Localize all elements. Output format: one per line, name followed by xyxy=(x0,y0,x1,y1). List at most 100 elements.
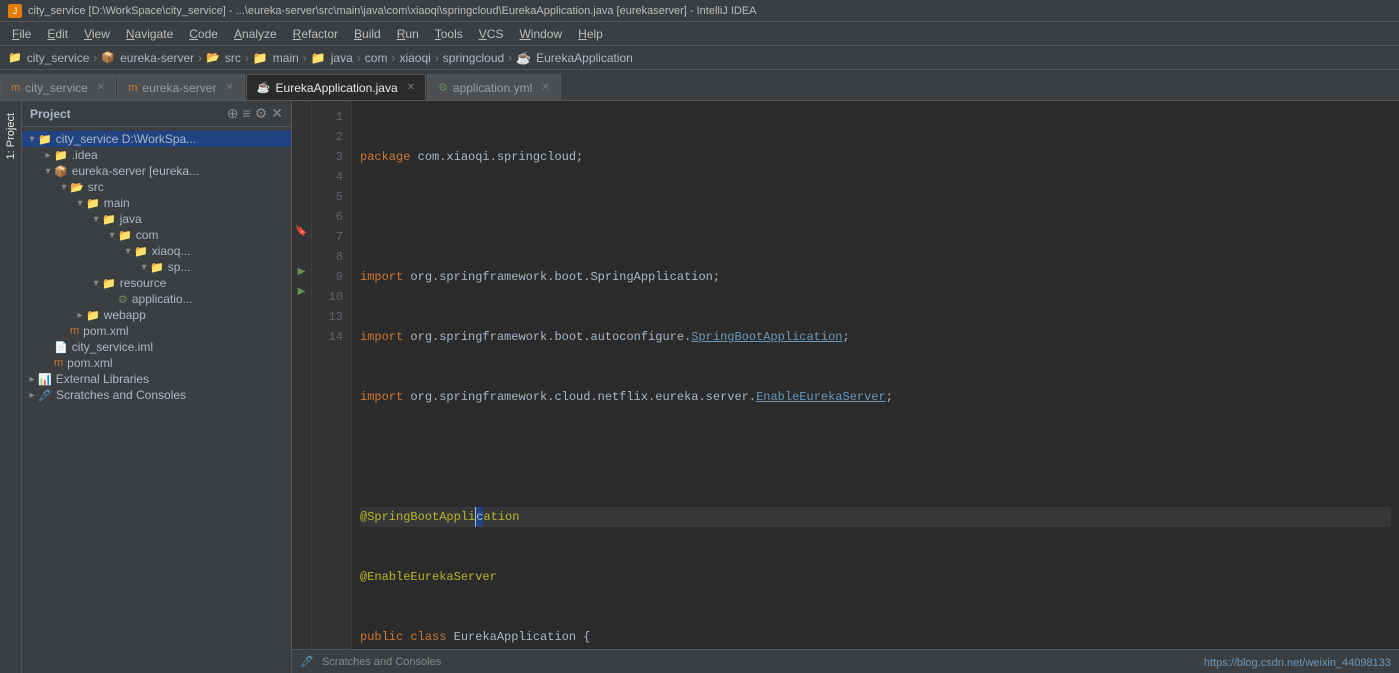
menu-code[interactable]: Code xyxy=(181,24,226,44)
arrow-icon: ▸ xyxy=(26,390,38,401)
menu-navigate[interactable]: Navigate xyxy=(118,24,181,44)
close-tab-eurekaapp[interactable]: ✕ xyxy=(407,82,415,93)
left-panel-tab: 1: Project xyxy=(0,101,22,673)
csdn-link[interactable]: https://blog.csdn.net/weixin_44098133 xyxy=(1204,657,1391,669)
close-tab-eureka[interactable]: ✕ xyxy=(225,82,233,93)
tree-item-label: Scratches and Consoles xyxy=(56,388,186,402)
arrow-icon: ▸ xyxy=(74,310,86,321)
tree-webapp[interactable]: ▸ 📁 webapp xyxy=(22,307,291,323)
project-panel-tab[interactable]: 1: Project xyxy=(2,105,20,167)
module-icon: 📦 xyxy=(54,165,68,178)
tab-eureka-server[interactable]: m eureka-server ✕ xyxy=(117,74,245,100)
tree-item-label: pom.xml xyxy=(83,324,128,338)
project-icon: 📁 xyxy=(8,51,22,64)
gutter-7: 🔖 xyxy=(292,221,311,241)
bc-sep-2: › xyxy=(198,51,202,65)
tab-eureka-application[interactable]: ☕ EurekaApplication.java ✕ xyxy=(246,74,426,100)
menu-analyze[interactable]: Analyze xyxy=(226,24,285,44)
arrow-icon xyxy=(58,326,70,337)
tree-pom-eureka[interactable]: m pom.xml xyxy=(22,323,291,339)
menu-view[interactable]: View xyxy=(76,24,118,44)
gutter-6 xyxy=(292,201,311,221)
module-icon: 📦 xyxy=(101,51,115,64)
tree-item-label: sp... xyxy=(168,260,191,274)
close-sidebar-icon[interactable]: ✕ xyxy=(271,105,283,122)
tree-item-label: .idea xyxy=(72,148,98,162)
menu-vcs[interactable]: VCS xyxy=(471,24,512,44)
settings-icon[interactable]: ⚙ xyxy=(255,105,268,122)
menu-edit[interactable]: Edit xyxy=(39,24,76,44)
bottom-left-tools: 🖊 Scratches and Consoles xyxy=(300,655,441,668)
tree-item-label: applicatio... xyxy=(132,292,193,306)
tree-item-label: webapp xyxy=(104,308,146,322)
tab-label: eureka-server xyxy=(142,81,216,95)
arrow-icon: ▸ xyxy=(26,374,38,385)
tab-icon-eurekaapp: ☕ xyxy=(257,81,271,94)
bc-sep-3: › xyxy=(245,51,249,65)
bc-label: com xyxy=(365,51,388,65)
tree-city-service[interactable]: ▾ 📁 city_service D:\WorkSpa... xyxy=(22,131,291,147)
bc-eureka-server[interactable]: 📦 eureka-server xyxy=(101,51,194,65)
gutter-8 xyxy=(292,241,311,261)
tree-external-libs[interactable]: ▸ 📊 External Libraries xyxy=(22,371,291,387)
tree-application-yml[interactable]: ⚙ applicatio... xyxy=(22,291,291,307)
close-tab-yml[interactable]: ✕ xyxy=(541,82,549,93)
code-line-6 xyxy=(360,447,1391,467)
folder-icon: 📁 xyxy=(134,245,148,258)
tab-label: city_service xyxy=(25,81,88,95)
gutter-10: ▶ xyxy=(292,281,311,301)
menu-file[interactable]: File xyxy=(4,24,39,44)
bottom-bar: 🖊 Scratches and Consoles https://blog.cs… xyxy=(292,649,1399,673)
xml-icon: m xyxy=(70,325,79,337)
sync-icon[interactable]: ⊕ xyxy=(227,105,239,122)
tree-eureka-server[interactable]: ▾ 📦 eureka-server [eureka... xyxy=(22,163,291,179)
arrow-icon: ▾ xyxy=(106,230,118,241)
code-content[interactable]: package com.xiaoqi.springcloud; import o… xyxy=(352,101,1399,649)
menu-tools[interactable]: Tools xyxy=(427,24,471,44)
menu-window[interactable]: Window xyxy=(511,24,570,44)
code-editor[interactable]: 🔖 ▶ ▶ 1 2 3 4 5 6 7 8 9 10 13 14 xyxy=(292,101,1399,649)
tree-item-label: java xyxy=(120,212,142,226)
cursor: c xyxy=(475,507,483,527)
bc-src[interactable]: 📂 src xyxy=(206,51,241,65)
tree-item-label: eureka-server [eureka... xyxy=(72,164,199,178)
sidebar: Project ⊕ ≡ ⚙ ✕ ▾ 📁 city_service D:\Work… xyxy=(22,101,292,673)
sidebar-header: Project ⊕ ≡ ⚙ ✕ xyxy=(22,101,291,127)
code-line-5: import org.springframework.cloud.netflix… xyxy=(360,387,1391,407)
tab-application-yml[interactable]: ⚙ application.yml ✕ xyxy=(427,74,561,100)
bc-main[interactable]: 📁 main xyxy=(253,51,299,65)
tree-java[interactable]: ▾ 📁 java xyxy=(22,211,291,227)
menu-build[interactable]: Build xyxy=(346,24,389,44)
tree-main[interactable]: ▾ 📁 main xyxy=(22,195,291,211)
bc-xiaoqi[interactable]: xiaoqi xyxy=(399,51,430,65)
arrow-icon: ▾ xyxy=(90,214,102,225)
tree-resource[interactable]: ▾ 📁 resource xyxy=(22,275,291,291)
bc-java[interactable]: 📁 java xyxy=(311,51,353,65)
app-icon: J xyxy=(8,4,22,18)
tree-com[interactable]: ▾ 📁 com xyxy=(22,227,291,243)
tree-item-label: xiaoq... xyxy=(152,244,191,258)
tree-city-iml[interactable]: 📄 city_service.iml xyxy=(22,339,291,355)
bc-eurekaapp[interactable]: ☕ EurekaApplication xyxy=(516,51,633,65)
annotation: ation xyxy=(483,507,519,527)
collapse-icon[interactable]: ≡ xyxy=(243,105,251,122)
close-tab-city[interactable]: ✕ xyxy=(97,82,105,93)
menu-help[interactable]: Help xyxy=(570,24,611,44)
tree-springcloud[interactable]: ▾ 📁 sp... xyxy=(22,259,291,275)
tree-src[interactable]: ▾ 📂 src xyxy=(22,179,291,195)
tab-icon-yml: ⚙ xyxy=(438,81,448,94)
gutter-9: ▶ xyxy=(292,261,311,281)
tree-xiaoqi[interactable]: ▾ 📁 xiaoq... xyxy=(22,243,291,259)
bc-city-service[interactable]: 📁 city_service xyxy=(8,51,89,65)
tree-idea[interactable]: ▸ 📁 .idea xyxy=(22,147,291,163)
menu-run[interactable]: Run xyxy=(389,24,427,44)
bc-com[interactable]: com xyxy=(365,51,388,65)
tab-city-service[interactable]: m city_service ✕ xyxy=(0,74,116,100)
tree-item-label: city_service D:\WorkSpa... xyxy=(56,132,196,146)
keyword: public xyxy=(360,627,403,647)
code-line-4: import org.springframework.boot.autoconf… xyxy=(360,327,1391,347)
tree-scratches[interactable]: ▸ 🖊 Scratches and Consoles xyxy=(22,387,291,403)
menu-refactor[interactable]: Refactor xyxy=(285,24,346,44)
tree-pom-root[interactable]: m pom.xml xyxy=(22,355,291,371)
bc-springcloud[interactable]: springcloud xyxy=(443,51,504,65)
